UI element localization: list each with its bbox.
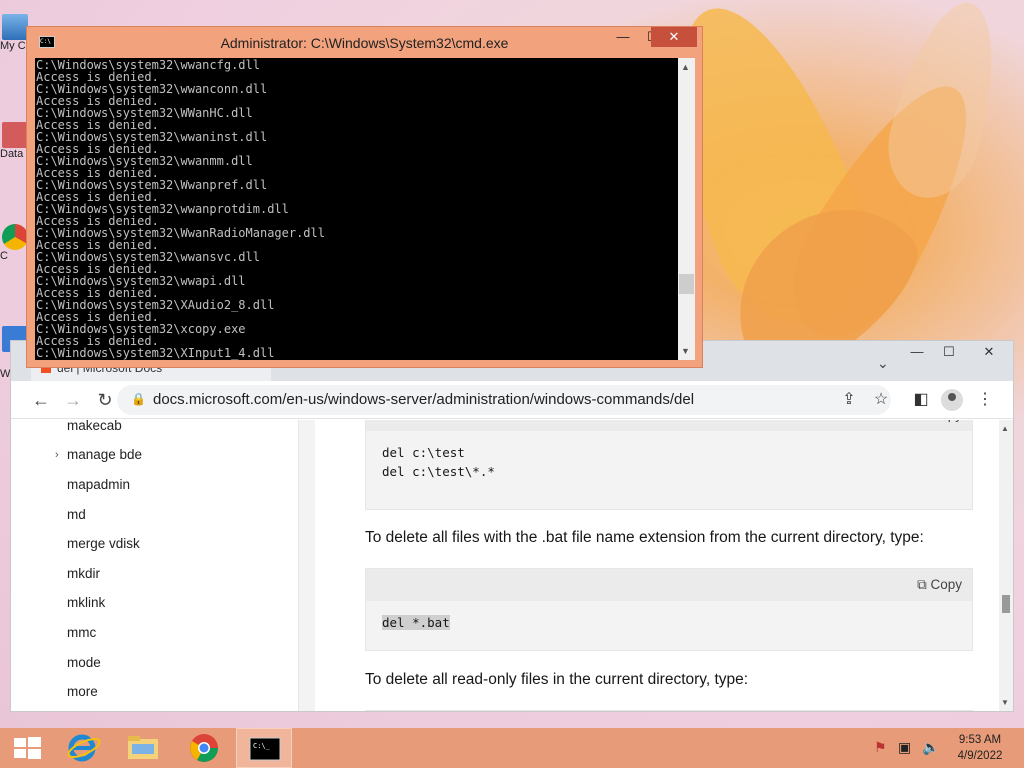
cmd-close-button[interactable]: ✕: [651, 27, 697, 47]
taskbar-cmd[interactable]: C:\_: [236, 728, 292, 768]
scrollbar-thumb[interactable]: [679, 274, 694, 294]
share-icon[interactable]: ⇪: [837, 388, 861, 412]
code-block: [365, 710, 973, 711]
computer-icon: [2, 14, 28, 40]
wallpaper-petal: [875, 0, 1015, 209]
reload-icon[interactable]: ↻: [93, 388, 117, 412]
network-icon[interactable]: ▣: [898, 739, 911, 756]
code-block: ⧉ Copy del *.bat: [365, 568, 973, 651]
address-bar[interactable]: 🔒 docs.microsoft.com/en-us/windows-serve…: [117, 385, 891, 415]
chrome-icon: [2, 224, 28, 250]
menu-kebab-icon[interactable]: ⋮: [973, 388, 997, 412]
taskbar-file-explorer[interactable]: [116, 728, 172, 768]
scroll-up-arrow-icon[interactable]: ▲: [681, 62, 690, 72]
browser-close-button[interactable]: ✕: [973, 341, 1005, 363]
code-text-highlighted: del *.bat: [382, 615, 450, 630]
toc-item-mklink[interactable]: mklink: [67, 595, 105, 610]
toc-item-manage-bde[interactable]: manage bde: [67, 447, 142, 462]
paragraph: To delete all read-only files in the cur…: [365, 671, 749, 688]
forward-arrow-icon[interactable]: →: [61, 388, 85, 412]
taskbar: C:\_ ⚑ ▣ 🔈 9:53 AM 4/9/2022: [0, 728, 1024, 768]
scroll-down-arrow-icon[interactable]: ▼: [681, 346, 690, 356]
side-panel-icon[interactable]: ◧: [909, 388, 933, 412]
sidebar-divider: [299, 420, 315, 711]
code-block-header: ⧉ Copy: [366, 569, 972, 601]
cmd-title: Administrator: C:\Windows\System32\cmd.e…: [220, 35, 509, 51]
toc-item-more[interactable]: more: [67, 684, 98, 699]
console-line: C:\Windows\system32\XInput1_4.dll: [36, 346, 275, 360]
toc-item-mapadmin[interactable]: mapadmin: [67, 477, 130, 492]
action-center-flag-icon[interactable]: ⚑: [874, 739, 887, 756]
taskbar-chrome[interactable]: [176, 728, 232, 768]
svg-text:C:\_: C:\_: [253, 742, 271, 750]
toc-item-mkdir[interactable]: mkdir: [67, 566, 100, 581]
bookmark-star-icon[interactable]: ☆: [869, 388, 893, 412]
copy-button[interactable]: ⧉ Copy: [917, 420, 962, 423]
page-content: makecab › manage bde mapadmin md merge v…: [11, 420, 1013, 711]
cmd-console-output[interactable]: C:\Windows\system32\wwancfg.dll Access is…: [35, 58, 678, 360]
scroll-down-arrow-icon[interactable]: ▼: [1001, 698, 1009, 707]
windows-logo-icon: [14, 737, 41, 759]
cmd-minimize-button[interactable]: —: [609, 27, 637, 47]
system-clock[interactable]: 9:53 AM 4/9/2022: [950, 732, 1010, 764]
toc-item-md[interactable]: md: [67, 507, 86, 522]
taskbar-internet-explorer[interactable]: [58, 728, 114, 768]
data-file-icon: [2, 122, 28, 148]
start-button[interactable]: [0, 728, 56, 768]
toc-item-mmc[interactable]: mmc: [67, 625, 96, 640]
volume-muted-icon[interactable]: 🔈: [922, 739, 939, 756]
tab-search-chevron-icon[interactable]: ⌄: [877, 355, 889, 372]
code-block-header: ⧉ Copy: [366, 420, 972, 431]
internet-explorer-icon: [67, 734, 101, 762]
cmd-window: C:\ Administrator: C:\Windows\System32\c…: [26, 26, 703, 368]
code-text: del c:\test del c:\test\*.*: [382, 445, 495, 479]
toc-item-makecab[interactable]: makecab: [67, 420, 122, 433]
browser-minimize-button[interactable]: —: [901, 341, 933, 363]
paragraph: To delete all files with the .bat file n…: [365, 529, 924, 546]
toc-item-mode[interactable]: mode: [67, 655, 101, 670]
clock-date: 4/9/2022: [957, 750, 1003, 762]
copy-button[interactable]: ⧉ Copy: [917, 577, 962, 593]
cmd-scrollbar[interactable]: ▲ ▼: [678, 58, 695, 360]
article-body: ⧉ Copy del c:\test del c:\test\*.* To de…: [315, 420, 1003, 711]
cmd-icon: C:\_: [249, 737, 281, 761]
url-text: docs.microsoft.com/en-us/windows-server/…: [153, 391, 695, 408]
code-block: ⧉ Copy del c:\test del c:\test\*.*: [365, 420, 973, 510]
chevron-right-icon[interactable]: ›: [55, 449, 59, 461]
cmd-titlebar[interactable]: C:\ Administrator: C:\Windows\System32\c…: [27, 27, 702, 57]
lock-icon: 🔒: [131, 392, 146, 406]
toc-item-merge-vdisk[interactable]: merge vdisk: [67, 536, 140, 551]
back-arrow-icon[interactable]: ←: [29, 388, 53, 412]
scroll-up-arrow-icon[interactable]: ▲: [1001, 424, 1009, 433]
browser-toolbar: ← → ↻ 🔒 docs.microsoft.com/en-us/windows…: [11, 381, 1013, 419]
profile-avatar[interactable]: [941, 389, 963, 411]
scrollbar-thumb[interactable]: [1002, 595, 1010, 613]
browser-maximize-button[interactable]: ☐: [933, 341, 965, 363]
toc-sidebar: makecab › manage bde mapadmin md merge v…: [19, 420, 299, 711]
chrome-icon: [190, 734, 218, 762]
folder-icon: [128, 736, 158, 759]
browser-window: del | Microsoft Docs ⌄ — ☐ ✕ ← → ↻ 🔒 doc…: [10, 340, 1014, 712]
clock-time: 9:53 AM: [958, 734, 1002, 746]
page-scrollbar[interactable]: ▲ ▼: [999, 420, 1013, 711]
